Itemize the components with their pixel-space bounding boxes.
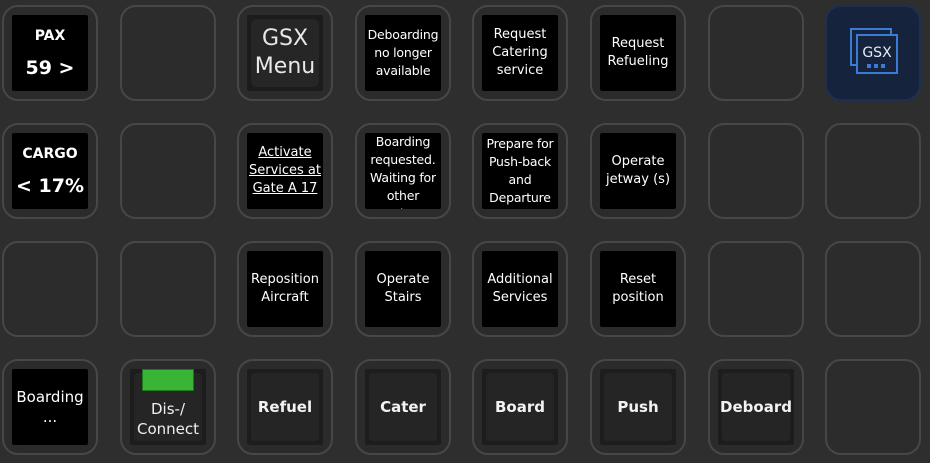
blank-key-r2c8[interactable] <box>825 123 921 219</box>
request-refueling-key[interactable]: Request Refueling <box>590 5 686 101</box>
key-screen: GSX Menu <box>247 15 323 91</box>
stat-label: CARGO <box>22 146 78 162</box>
deboarding-status-key[interactable]: Deboarding no longer available <box>355 5 451 101</box>
request-catering-key[interactable]: Request Catering service <box>472 5 568 101</box>
key-screen: Prepare for Push-back and Departure <box>482 133 558 209</box>
key-label: Additional Services <box>487 272 553 305</box>
action-label: Refuel <box>257 398 313 416</box>
key-screen: Push <box>600 369 676 445</box>
action-label: Push <box>617 398 659 416</box>
board-key[interactable]: Board <box>472 359 568 455</box>
activate-services-key[interactable]: Activate Services at Gate A 17 <box>237 123 333 219</box>
connection-indicator <box>142 369 194 391</box>
key-screen: Board <box>482 369 558 445</box>
cargo-key[interactable]: CARGO < 17% <box>2 123 98 219</box>
blank-key-r1c2[interactable] <box>120 5 216 101</box>
refuel-key[interactable]: Refuel <box>237 359 333 455</box>
key-screen: Activate Services at Gate A 17 <box>247 133 323 209</box>
blank-key-r3c7[interactable] <box>708 241 804 337</box>
key-screen: Operate jetway (s) <box>600 133 676 209</box>
stat-label: PAX <box>34 28 66 44</box>
key-screen: CARGO < 17% <box>12 133 88 209</box>
push-key[interactable]: Push <box>590 359 686 455</box>
key-screen: Deboarding no longer available <box>365 15 441 91</box>
operate-stairs-key[interactable]: Operate Stairs <box>355 241 451 337</box>
key-screen: Boarding requested. Waiting for other se… <box>365 133 441 209</box>
key-screen: Reposition Aircraft <box>247 251 323 327</box>
gsx-logo-icon: GSX <box>850 28 898 74</box>
stat-value: 59 > <box>25 57 75 79</box>
deboard-key[interactable]: Deboard <box>708 359 804 455</box>
reset-position-key[interactable]: Reset position <box>590 241 686 337</box>
key-label: Prepare for Push-back and Departure <box>486 136 554 205</box>
key-screen: Deboard <box>718 369 794 445</box>
operate-jetway-key[interactable]: Operate jetway (s) <box>590 123 686 219</box>
connect-key[interactable]: Dis-/ Connect <box>120 359 216 455</box>
gsx-logo-text: GSX <box>862 45 892 61</box>
key-screen: Dis-/ Connect <box>130 369 206 445</box>
action-label: Cater <box>380 398 426 416</box>
key-label: Request Refueling <box>607 36 669 69</box>
key-screen: GSX <box>835 15 911 91</box>
key-label: Boarding ... <box>16 388 84 426</box>
cater-key[interactable]: Cater <box>355 359 451 455</box>
key-screen: Reset position <box>600 251 676 327</box>
boarding-progress-key[interactable]: Boarding ... <box>2 359 98 455</box>
stat-value: < 17% <box>15 175 84 197</box>
reposition-aircraft-key[interactable]: Reposition Aircraft <box>237 241 333 337</box>
key-screen: Request Refueling <box>600 15 676 91</box>
gsx-logo-key[interactable]: GSX <box>825 5 921 101</box>
blank-key-r3c2[interactable] <box>120 241 216 337</box>
key-screen: Cater <box>365 369 441 445</box>
key-screen: Request Catering service <box>482 15 558 91</box>
prepare-pushback-key[interactable]: Prepare for Push-back and Departure <box>472 123 568 219</box>
key-label: Operate Stairs <box>376 272 430 305</box>
key-screen: Additional Services <box>482 251 558 327</box>
key-label: Deboarding no longer available <box>367 27 439 78</box>
key-screen: Refuel <box>247 369 323 445</box>
key-label: Activate Services at Gate A 17 <box>248 145 321 196</box>
action-label: Board <box>495 398 545 416</box>
blank-key-r2c2[interactable] <box>120 123 216 219</box>
gsx-menu-key[interactable]: GSX Menu <box>237 5 333 101</box>
key-label: Boarding requested. Waiting for other se… <box>370 134 436 209</box>
action-label: Deboard <box>720 398 792 416</box>
connect-label: Dis-/ Connect <box>136 400 200 438</box>
stream-deck-grid: PAX 59 > GSX Menu Deboarding no longer avai… <box>0 0 930 463</box>
key-label: Reposition Aircraft <box>251 272 319 305</box>
key-label: Request Catering service <box>492 27 548 78</box>
pax-key[interactable]: PAX 59 > <box>2 5 98 101</box>
blank-key-r1c7[interactable] <box>708 5 804 101</box>
blank-key-r4c8[interactable] <box>825 359 921 455</box>
key-label: Reset position <box>612 272 664 305</box>
key-screen: PAX 59 > <box>12 15 88 91</box>
additional-services-key[interactable]: Additional Services <box>472 241 568 337</box>
key-screen: Operate Stairs <box>365 251 441 327</box>
blank-key-r2c7[interactable] <box>708 123 804 219</box>
blank-key-r3c8[interactable] <box>825 241 921 337</box>
key-label: Operate jetway (s) <box>605 154 671 187</box>
boarding-requested-key[interactable]: Boarding requested. Waiting for other se… <box>355 123 451 219</box>
menu-label: GSX Menu <box>254 26 316 79</box>
key-screen: Boarding ... <box>12 369 88 445</box>
blank-key-r3c1[interactable] <box>2 241 98 337</box>
